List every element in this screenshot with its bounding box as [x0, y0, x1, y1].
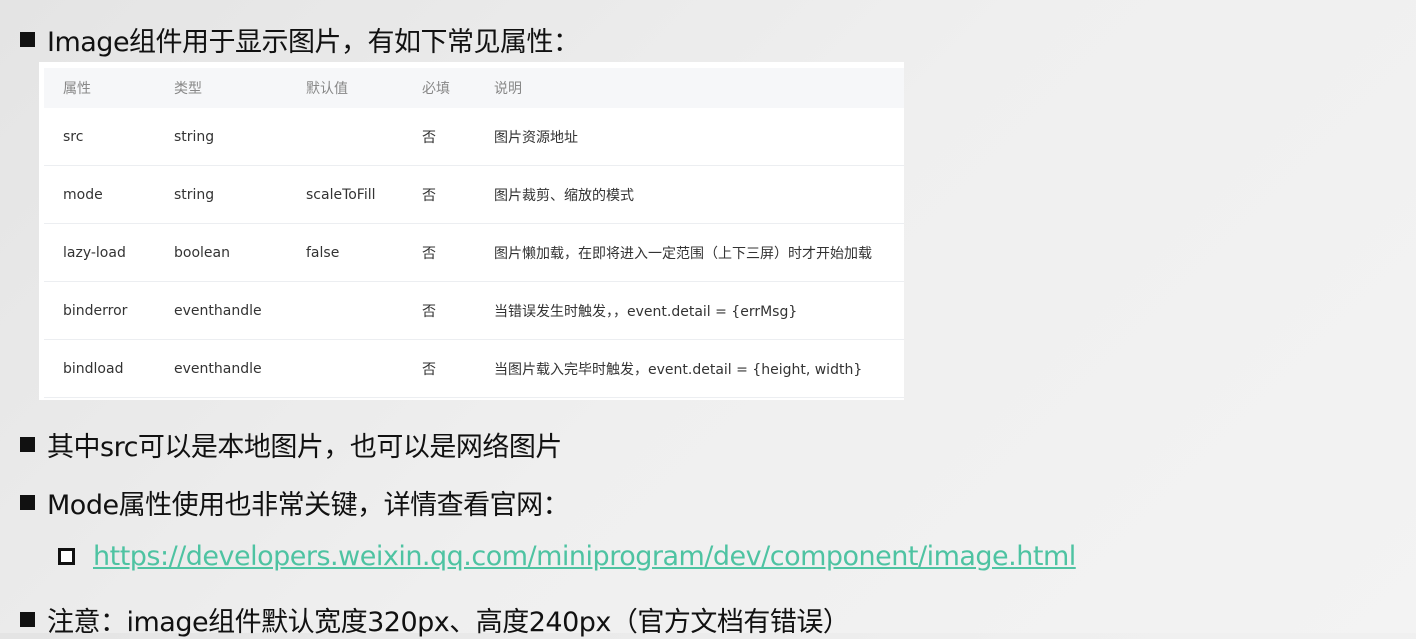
table-cell: eventhandle [174, 360, 262, 377]
table-cell: lazy-load [63, 244, 126, 261]
table-row: binderror eventhandle 否 当错误发生时触发，，event.det… [44, 282, 904, 340]
bullet-text: Mode属性使用也非常关键，详情查看官网： [47, 490, 570, 521]
bullet-square-icon [20, 612, 35, 627]
table-row: mode string scaleToFill 否 图片裁剪、缩放的模式 [44, 166, 904, 224]
header-cell: 属性 [63, 81, 91, 97]
header-cell: 类型 [174, 81, 202, 97]
table-cell: eventhandle [174, 302, 262, 319]
bullet-square-icon [20, 32, 35, 47]
table-cell: string [174, 128, 215, 145]
table-cell: 否 [422, 361, 436, 378]
bullet-square-icon [20, 495, 35, 510]
table-cell: scaleToFill [306, 186, 376, 203]
bullet-square-icon [20, 437, 35, 452]
table-cell: 否 [422, 187, 436, 204]
table-cell: 否 [422, 303, 436, 320]
table-cell: boolean [174, 244, 230, 261]
header-cell: 必填 [422, 81, 450, 97]
header-cell: 默认值 [306, 81, 348, 97]
table-row: src string 否 图片资源地址 [44, 108, 904, 166]
bullet-mode: Mode属性使用也非常关键，详情查看官网： [20, 483, 570, 522]
table-cell: 否 [422, 245, 436, 262]
docs-link[interactable]: https://developers.weixin.qq.com/minipro… [93, 541, 1076, 572]
table-cell: 图片懒加载，在即将进入一定范围（上下三屏）时才开始加载 [494, 245, 872, 262]
table-cell: 当图片载入完毕时触发，event.detail = {height, width… [494, 361, 863, 378]
table-cell: 图片资源地址 [494, 129, 578, 146]
heading-text: Image组件用于显示图片，有如下常见属性： [47, 27, 580, 58]
note-text: 注意：image组件默认宽度320px、高度240px（官方文档有错误） [47, 607, 850, 638]
table-cell: 图片裁剪、缩放的模式 [494, 187, 634, 204]
bullet-note: 注意：image组件默认宽度320px、高度240px（官方文档有错误） [20, 600, 850, 639]
table-cell: false [306, 244, 340, 261]
hollow-square-icon [58, 548, 75, 565]
heading-bullet: Image组件用于显示图片，有如下常见属性： [20, 20, 580, 59]
table-row: bindload eventhandle 否 当图片载入完毕时触发，event.det… [44, 340, 904, 398]
bullet-text: 其中src可以是本地图片，也可以是网络图片 [47, 432, 562, 463]
table-cell: string [174, 186, 215, 203]
table-cell: 否 [422, 129, 436, 146]
table-cell: src [63, 128, 84, 145]
properties-table: 属性 类型 默认值 必填 说明 src string 否 图片资源地址 mode stri… [39, 62, 904, 400]
table-cell: bindload [63, 360, 124, 377]
table-header: 属性 类型 默认值 必填 说明 [44, 68, 904, 108]
table-cell: 当错误发生时触发，，event.detail = {errMsg} [494, 303, 798, 320]
header-cell: 说明 [494, 81, 522, 97]
table-row: lazy-load boolean false 否 图片懒加载，在即将进入一定范围（上下… [44, 224, 904, 282]
table-cell: binderror [63, 302, 128, 319]
table-cell: mode [63, 186, 103, 203]
bullet-src: 其中src可以是本地图片，也可以是网络图片 [20, 425, 562, 464]
bullet-link: https://developers.weixin.qq.com/minipro… [58, 541, 1076, 572]
